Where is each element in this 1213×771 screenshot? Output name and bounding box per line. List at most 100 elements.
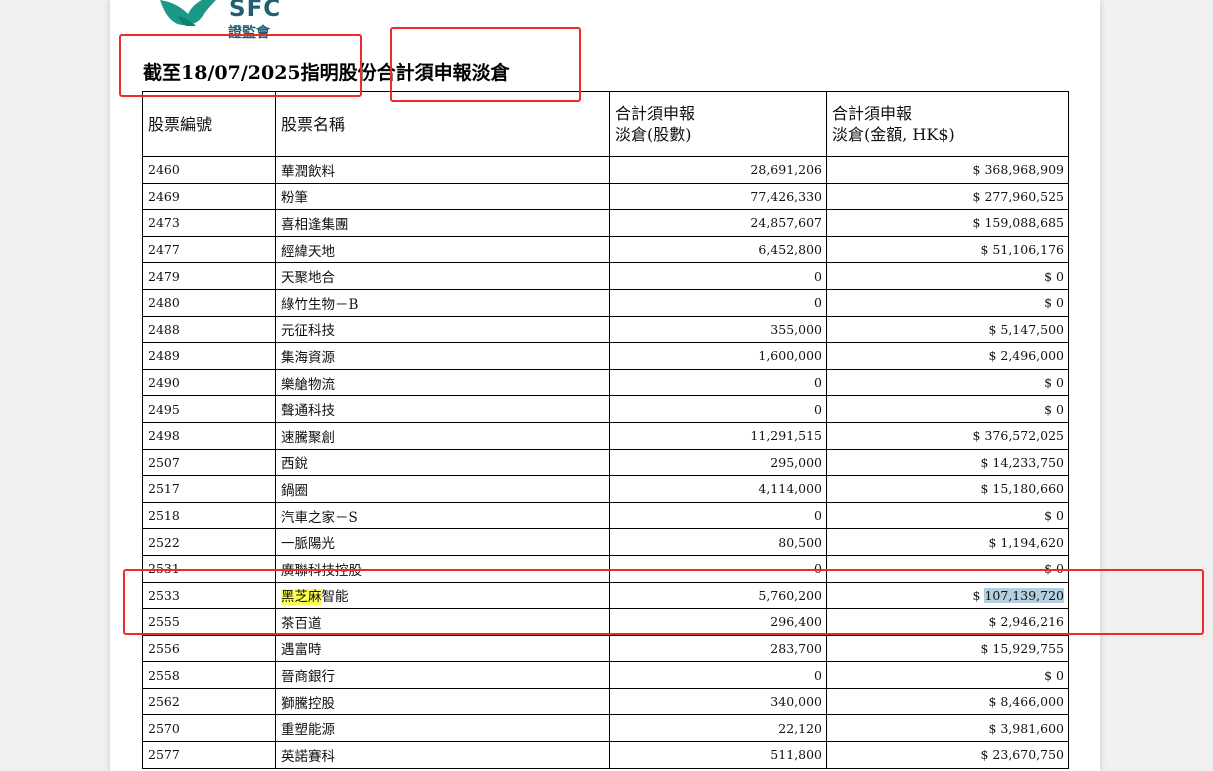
cell-stock-name: 鍋圈 bbox=[275, 475, 610, 503]
cell-short-shares: 283,700 bbox=[609, 634, 827, 663]
header-stock-code: 股票編號 bbox=[142, 91, 276, 157]
table-row: 2517 鍋圈 4,114,000 $ 15,180,660 bbox=[142, 475, 1069, 503]
cell-short-amount: $ 23,670,750 bbox=[826, 741, 1069, 769]
cell-short-amount: $ 15,180,660 bbox=[826, 475, 1069, 503]
cell-short-amount: $ 0 bbox=[826, 368, 1069, 397]
cell-stock-name: 華潤飲料 bbox=[275, 156, 610, 184]
cell-stock-name: 重塑能源 bbox=[275, 714, 610, 743]
cell-stock-name: 粉筆 bbox=[275, 182, 610, 211]
cell-stock-name: 黑芝麻智能 bbox=[275, 581, 610, 610]
table-row: 2522 一脈陽光 80,500 $ 1,194,620 bbox=[142, 528, 1069, 556]
table-row-highlighted: 2533 黑芝麻智能 5,760,200 $ 107,139,720 bbox=[142, 581, 1069, 610]
cell-short-shares: 0 bbox=[609, 661, 827, 689]
cell-short-amount: $ 8,466,000 bbox=[826, 687, 1069, 716]
cell-stock-name: 晉商銀行 bbox=[275, 661, 610, 689]
cell-short-shares: 340,000 bbox=[609, 687, 827, 716]
cell-short-shares: 4,114,000 bbox=[609, 475, 827, 503]
cell-stock-name: 茶百道 bbox=[275, 608, 610, 636]
table-row: 2460 華潤飲料 28,691,206 $ 368,968,909 bbox=[142, 156, 1069, 184]
cell-short-amount: $ 2,946,216 bbox=[826, 608, 1069, 636]
logo-chinese-text: 證監會 bbox=[228, 25, 270, 41]
cell-short-amount: $ 51,106,176 bbox=[826, 235, 1069, 264]
cell-stock-name: 廣聯科技控股 bbox=[275, 554, 610, 583]
table-row: 2507 西銳 295,000 $ 14,233,750 bbox=[142, 448, 1069, 477]
cell-stock-code: 2488 bbox=[142, 315, 276, 344]
cell-short-amount: $ 2,496,000 bbox=[826, 342, 1069, 370]
cell-short-shares: 1,600,000 bbox=[609, 342, 827, 370]
cell-stock-code: 2562 bbox=[142, 687, 276, 716]
cell-short-shares: 511,800 bbox=[609, 741, 827, 769]
cell-stock-name: 獅騰控股 bbox=[275, 687, 610, 716]
cell-stock-name: 綠竹生物－B bbox=[275, 288, 610, 317]
table-row: 2469 粉筆 77,426,330 $ 277,960,525 bbox=[142, 182, 1069, 211]
cell-stock-name: 聲通科技 bbox=[275, 395, 610, 423]
cell-short-shares: 0 bbox=[609, 368, 827, 397]
table-row: 2558 晉商銀行 0 $ 0 bbox=[142, 661, 1069, 689]
cell-short-amount: $ 0 bbox=[826, 395, 1069, 423]
cell-short-shares: 0 bbox=[609, 262, 827, 290]
cell-stock-code: 2495 bbox=[142, 395, 276, 423]
cell-stock-code: 2489 bbox=[142, 342, 276, 370]
cell-stock-code: 2507 bbox=[142, 448, 276, 477]
text-selection: 107,139,720 bbox=[984, 587, 1064, 603]
cell-stock-code: 2555 bbox=[142, 608, 276, 636]
cell-stock-code: 2570 bbox=[142, 714, 276, 743]
cell-short-amount: $ 368,968,909 bbox=[826, 156, 1069, 184]
cell-stock-name: 喜相逢集團 bbox=[275, 209, 610, 237]
table-row: 2488 元征科技 355,000 $ 5,147,500 bbox=[142, 315, 1069, 344]
cell-short-shares: 24,857,607 bbox=[609, 209, 827, 237]
cell-stock-code: 2522 bbox=[142, 528, 276, 556]
cell-short-amount: $ 159,088,685 bbox=[826, 209, 1069, 237]
cell-short-shares: 0 bbox=[609, 554, 827, 583]
cell-short-amount: $ 0 bbox=[826, 288, 1069, 317]
cell-short-shares: 296,400 bbox=[609, 608, 827, 636]
table-row: 2479 天聚地合 0 $ 0 bbox=[142, 262, 1069, 290]
cell-stock-name: 集海資源 bbox=[275, 342, 610, 370]
table-row: 2477 經緯天地 6,452,800 $ 51,106,176 bbox=[142, 235, 1069, 264]
header-stock-name: 股票名稱 bbox=[275, 91, 610, 157]
cell-short-amount: $ 3,981,600 bbox=[826, 714, 1069, 743]
cell-short-amount: $ 376,572,025 bbox=[826, 421, 1069, 450]
cell-stock-code: 2473 bbox=[142, 209, 276, 237]
cell-stock-name: 遇富時 bbox=[275, 634, 610, 663]
table-row: 2473 喜相逢集團 24,857,607 $ 159,088,685 bbox=[142, 209, 1069, 237]
cell-stock-name: 經緯天地 bbox=[275, 235, 610, 264]
cell-stock-code: 2533 bbox=[142, 581, 276, 610]
table-row: 2498 速騰聚創 11,291,515 $ 376,572,025 bbox=[142, 421, 1069, 450]
cell-short-shares: 5,760,200 bbox=[609, 581, 827, 610]
cell-stock-code: 2469 bbox=[142, 182, 276, 211]
table-row: 2495 聲通科技 0 $ 0 bbox=[142, 395, 1069, 423]
cell-short-shares: 0 bbox=[609, 501, 827, 530]
cell-short-shares: 6,452,800 bbox=[609, 235, 827, 264]
cell-short-amount: $ 14,233,750 bbox=[826, 448, 1069, 477]
table-row: 2562 獅騰控股 340,000 $ 8,466,000 bbox=[142, 687, 1069, 716]
header-short-amount: 合計須申報 淡倉(金額, HK$) bbox=[826, 91, 1069, 157]
cell-stock-code: 2479 bbox=[142, 262, 276, 290]
cell-stock-name: 速騰聚創 bbox=[275, 421, 610, 450]
table-row: 2577 英諾賽科 511,800 $ 23,670,750 bbox=[142, 741, 1069, 769]
cell-stock-code: 2531 bbox=[142, 554, 276, 583]
cell-stock-name: 樂艙物流 bbox=[275, 368, 610, 397]
cell-short-shares: 22,120 bbox=[609, 714, 827, 743]
cell-short-amount: $ 15,929,755 bbox=[826, 634, 1069, 663]
table-row: 2570 重塑能源 22,120 $ 3,981,600 bbox=[142, 714, 1069, 743]
cell-stock-code: 2556 bbox=[142, 634, 276, 663]
short-position-table: 股票編號 股票名稱 合計須申報 淡倉(股數) 合計須申報 淡倉(金額, HK$) 2… bbox=[142, 91, 1069, 769]
cell-stock-name: 元征科技 bbox=[275, 315, 610, 344]
cell-short-amount: $ 0 bbox=[826, 554, 1069, 583]
page-title: 截至18/07/2025指明股份合計須申報淡倉 bbox=[143, 62, 510, 84]
cell-stock-name: 一脈陽光 bbox=[275, 528, 610, 556]
cell-short-amount: $ 0 bbox=[826, 262, 1069, 290]
cell-stock-code: 2558 bbox=[142, 661, 276, 689]
cell-short-shares: 0 bbox=[609, 288, 827, 317]
search-highlight: 黑芝麻 bbox=[281, 589, 322, 606]
cell-short-shares: 80,500 bbox=[609, 528, 827, 556]
cell-short-shares: 0 bbox=[609, 395, 827, 423]
cell-stock-code: 2480 bbox=[142, 288, 276, 317]
cell-short-amount: $ 0 bbox=[826, 661, 1069, 689]
cell-short-shares: 28,691,206 bbox=[609, 156, 827, 184]
cell-stock-code: 2477 bbox=[142, 235, 276, 264]
cell-short-amount: $ 277,960,525 bbox=[826, 182, 1069, 211]
cell-short-shares: 11,291,515 bbox=[609, 421, 827, 450]
cell-short-amount: $ 0 bbox=[826, 501, 1069, 530]
